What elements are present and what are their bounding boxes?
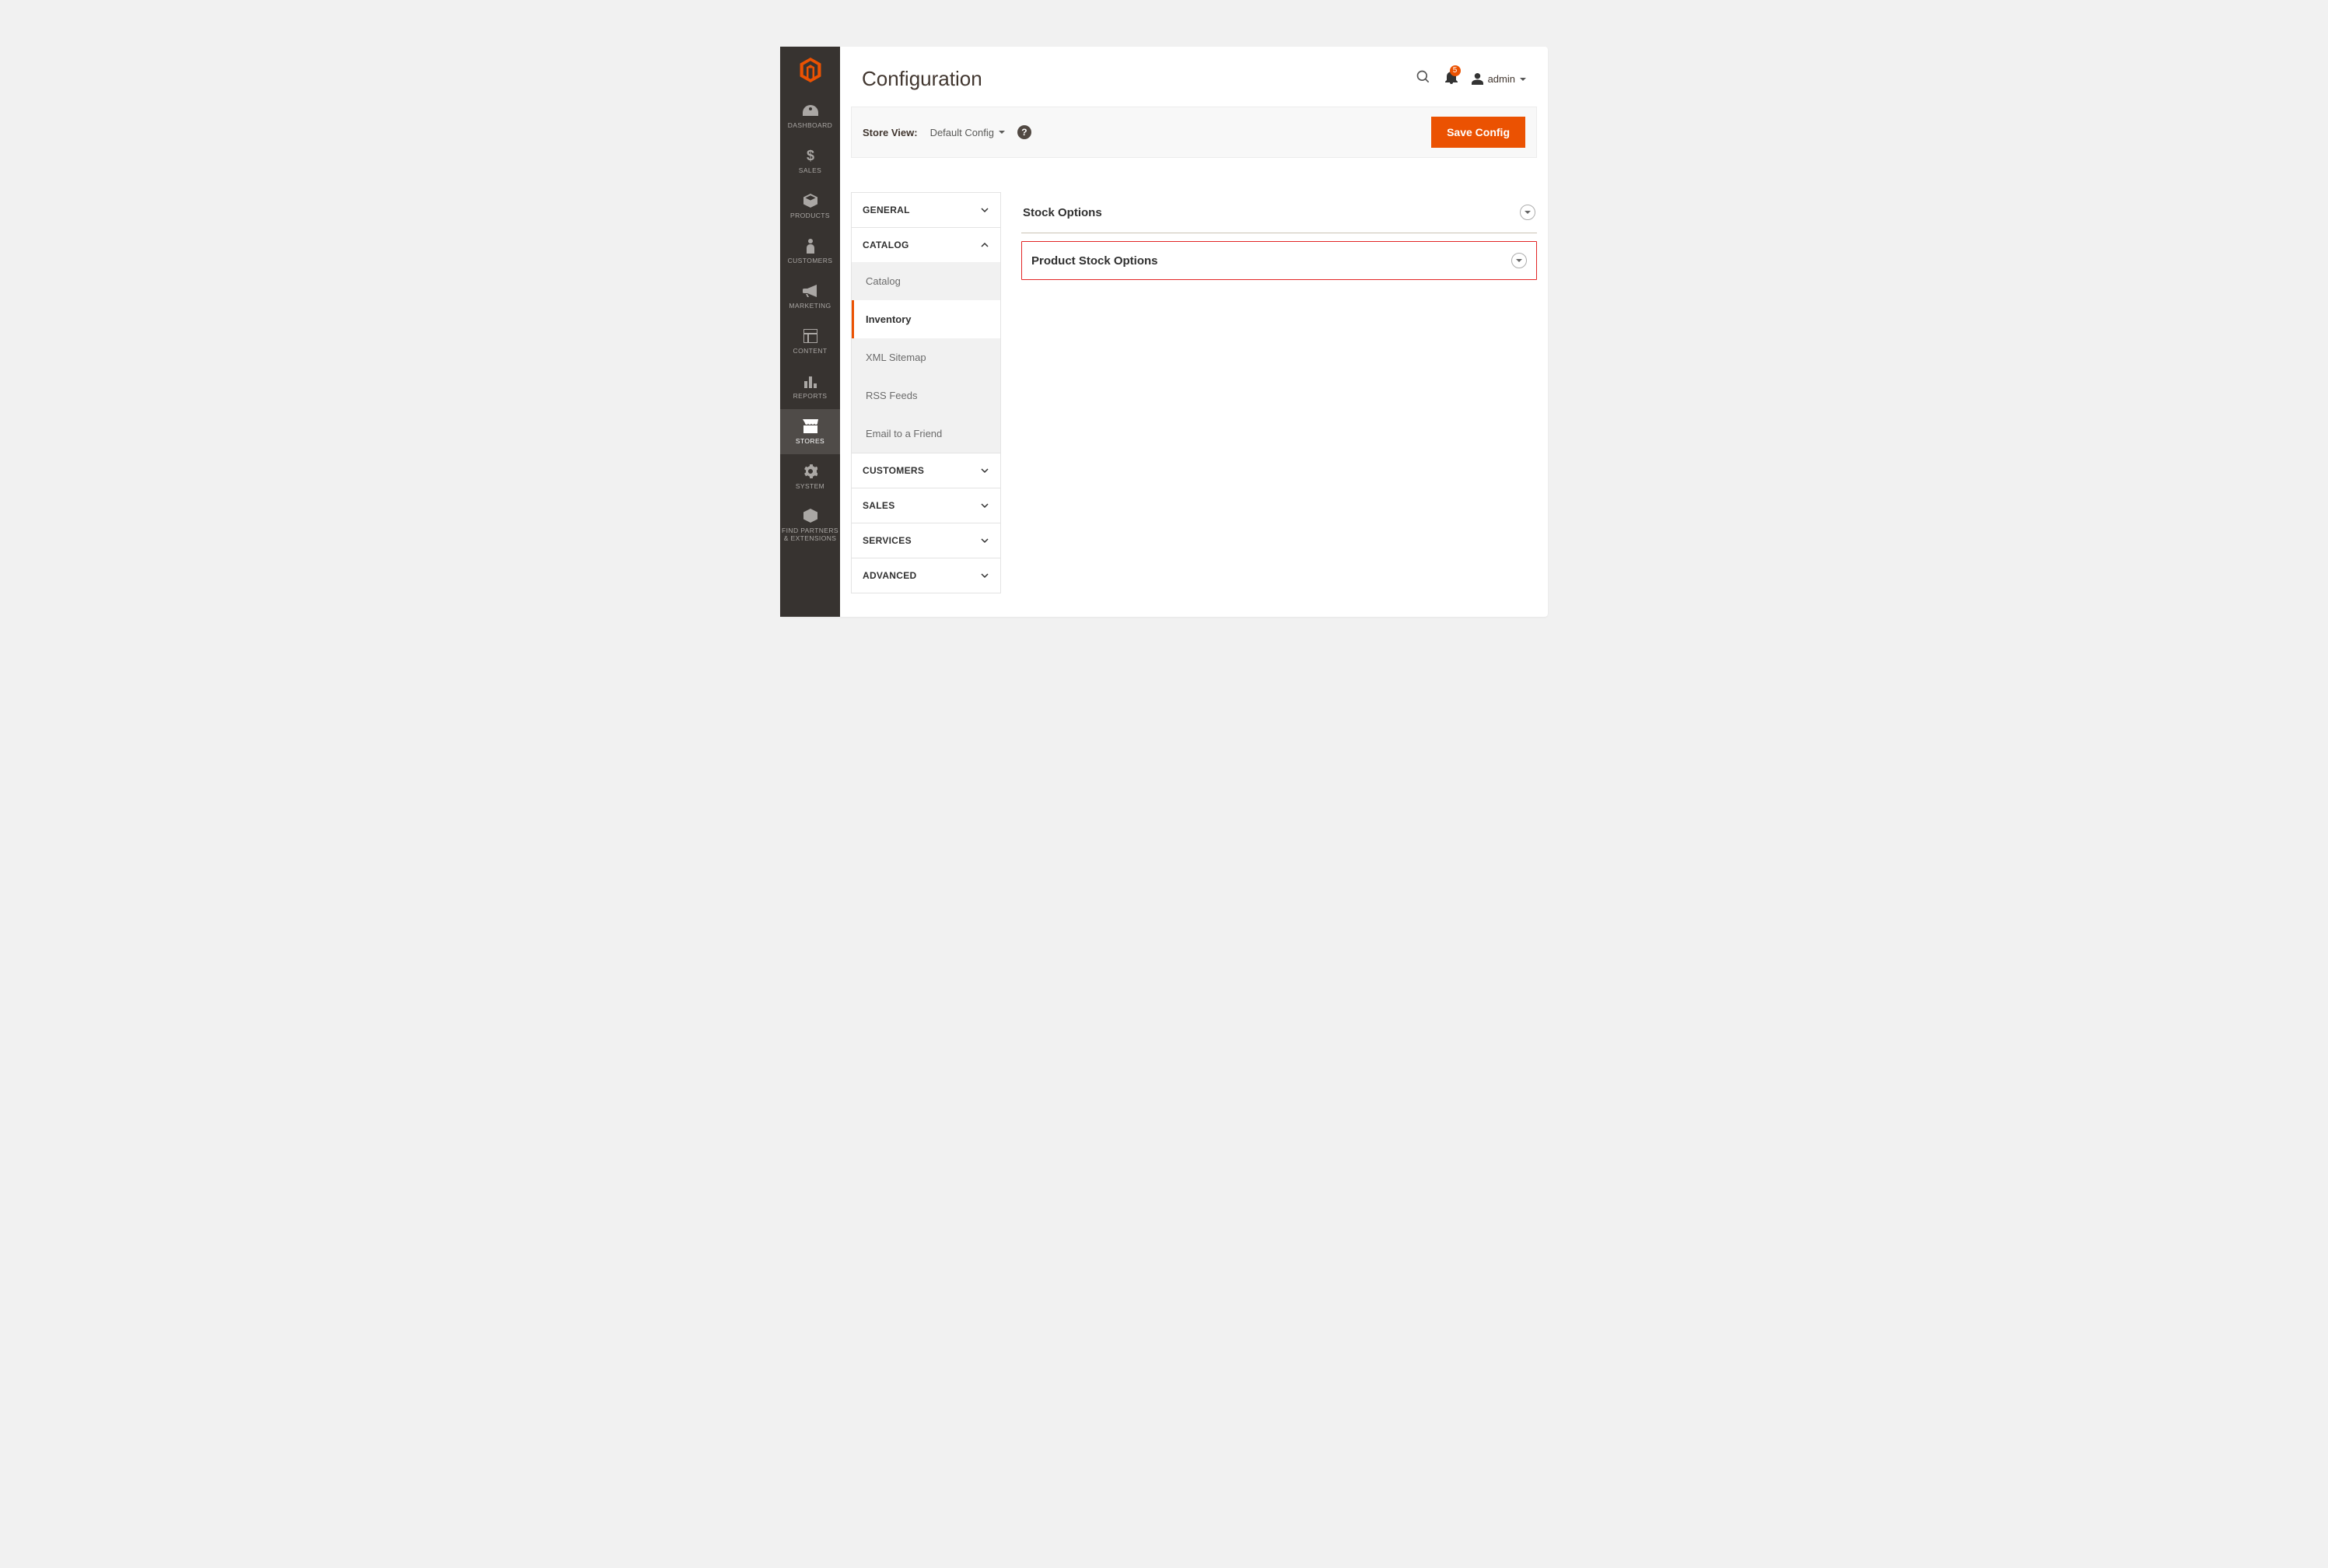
config-subitem-rss-feeds[interactable]: RSS Feeds [852,376,1000,415]
store-view-select[interactable]: Default Config [930,127,1005,138]
account-menu[interactable]: admin [1472,73,1526,85]
panel-stock-options[interactable]: Stock Options [1021,192,1537,233]
config-category-label: CUSTOMERS [863,465,924,476]
user-icon [1472,73,1483,85]
main-content: Configuration 5 admin Store View: [840,47,1548,617]
config-category-sales[interactable]: SALES [852,488,1000,523]
sidebar-item-marketing[interactable]: MARKETING [780,274,840,319]
sidebar-item-label: MARKETING [789,303,831,310]
config-category-label: ADVANCED [863,570,917,581]
configuration-tree: GENERAL CATALOG Catalog Inventory XML Si… [851,192,1001,593]
chevron-down-icon [980,205,989,215]
sidebar: DASHBOARD $ SALES PRODUCTS CUSTOMERS MAR… [780,47,840,617]
config-category-label: CATALOG [863,240,909,250]
chevron-up-icon [980,240,989,250]
account-name: admin [1488,73,1515,85]
panel-product-stock-options[interactable]: Product Stock Options [1021,241,1537,280]
person-icon [806,238,815,254]
search-icon[interactable] [1416,69,1431,89]
layout-icon [803,328,817,344]
config-subitem-xml-sitemap[interactable]: XML Sitemap [852,338,1000,376]
store-view-toolbar: Store View: Default Config ? Save Config [851,107,1537,158]
sidebar-item-label: STORES [796,438,824,445]
notifications-button[interactable]: 5 [1445,70,1458,88]
sidebar-item-products[interactable]: PRODUCTS [780,184,840,229]
config-category-catalog: CATALOG Catalog Inventory XML Sitemap RS… [852,228,1000,453]
config-category-catalog-header[interactable]: CATALOG [852,228,1000,262]
sidebar-item-system[interactable]: SYSTEM [780,454,840,499]
sidebar-item-customers[interactable]: CUSTOMERS [780,229,840,274]
megaphone-icon [803,283,818,299]
sidebar-item-label: REPORTS [793,393,828,400]
gear-icon [803,464,817,479]
config-subitem-catalog[interactable]: Catalog [852,262,1000,300]
store-view-value: Default Config [930,127,994,138]
panel-title: Product Stock Options [1031,254,1158,268]
config-category-general[interactable]: GENERAL [852,193,1000,228]
svg-text:$: $ [806,148,814,163]
sidebar-item-label: CONTENT [793,348,828,355]
sidebar-item-label: SYSTEM [796,483,824,490]
magento-hex-icon [800,58,821,82]
sidebar-item-label: PRODUCTS [790,212,830,219]
store-icon [803,418,818,434]
config-category-label: SERVICES [863,535,912,546]
config-category-advanced[interactable]: ADVANCED [852,558,1000,593]
sidebar-item-reports[interactable]: REPORTS [780,364,840,409]
chevron-down-icon [980,571,989,580]
config-category-customers[interactable]: CUSTOMERS [852,453,1000,488]
save-config-button[interactable]: Save Config [1431,117,1525,148]
chevron-down-icon [980,501,989,510]
config-subitem-email-friend[interactable]: Email to a Friend [852,415,1000,453]
config-subitem-inventory[interactable]: Inventory [852,300,1000,338]
sidebar-item-label: FIND PARTNERS & EXTENSIONS [782,527,838,542]
store-view-label: Store View: [863,127,918,138]
sidebar-item-label: SALES [799,167,821,174]
box-icon [803,193,817,208]
config-category-services[interactable]: SERVICES [852,523,1000,558]
chevron-down-icon [980,536,989,545]
help-icon[interactable]: ? [1017,125,1031,139]
sidebar-item-content[interactable]: CONTENT [780,319,840,364]
page-title: Configuration [862,67,982,91]
panel-title: Stock Options [1023,206,1102,219]
expand-icon [1511,253,1527,268]
sidebar-item-find-partners[interactable]: FIND PARTNERS & EXTENSIONS [780,499,840,551]
caret-down-icon [999,129,1005,135]
bar-chart-icon [803,373,817,389]
notification-count: 5 [1450,65,1461,76]
expand-icon [1520,205,1535,220]
sidebar-item-dashboard[interactable]: DASHBOARD [780,93,840,138]
configuration-panels: Stock Options Product Stock Options [1021,192,1537,280]
sidebar-item-sales[interactable]: $ SALES [780,138,840,184]
page-header: Configuration 5 admin [840,47,1548,107]
config-category-label: GENERAL [863,205,910,215]
cube-icon [803,508,817,523]
sidebar-item-label: DASHBOARD [788,122,832,129]
sidebar-item-stores[interactable]: STORES [780,409,840,454]
dollar-icon: $ [806,148,815,163]
magento-logo[interactable] [780,47,840,93]
config-category-label: SALES [863,500,895,511]
chevron-down-icon [980,466,989,475]
sidebar-item-label: CUSTOMERS [788,257,833,264]
caret-down-icon [1520,76,1526,82]
dashboard-icon [803,103,818,118]
